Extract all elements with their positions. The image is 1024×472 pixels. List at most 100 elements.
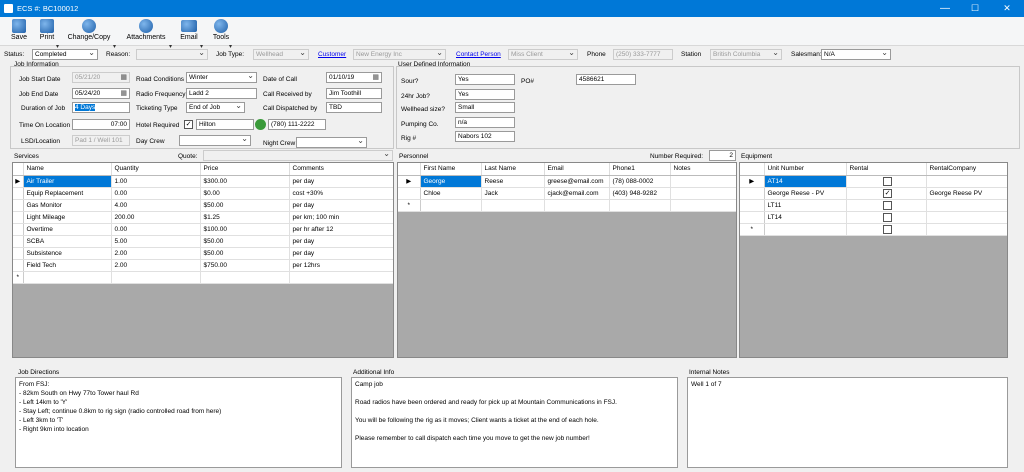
table-cell[interactable]: Subsistence bbox=[23, 247, 112, 260]
minimize-button[interactable]: — bbox=[930, 0, 960, 17]
col-phone1[interactable]: Phone1 bbox=[609, 163, 671, 176]
col-rental[interactable]: Rental bbox=[846, 163, 927, 176]
table-cell[interactable]: (78) 088-0002 bbox=[609, 175, 671, 188]
table-cell[interactable]: per day bbox=[289, 199, 393, 212]
table-cell[interactable] bbox=[846, 199, 927, 212]
table-cell[interactable]: Reese bbox=[481, 175, 545, 188]
row-header-cell[interactable] bbox=[13, 247, 24, 260]
table-cell[interactable]: $100.00 bbox=[200, 223, 290, 236]
customer-link[interactable]: Customer bbox=[318, 50, 346, 59]
change-copy-button[interactable]: Change/Copy bbox=[66, 19, 112, 45]
table-row[interactable]: Field Tech 2.00 $750.00 per 12hrs bbox=[13, 259, 393, 272]
hotel-lookup-icon[interactable] bbox=[255, 119, 266, 130]
lsd-field[interactable]: Pad 1 / Well 101 bbox=[72, 135, 130, 146]
select-all-cell[interactable] bbox=[740, 163, 765, 176]
col-email[interactable]: Email bbox=[544, 163, 610, 176]
table-cell[interactable]: per day bbox=[289, 247, 393, 260]
col-comments[interactable]: Comments bbox=[289, 163, 393, 176]
radio-field[interactable]: Ladd 2 bbox=[186, 88, 257, 99]
contact-person-select[interactable]: Miss Client bbox=[508, 49, 578, 60]
table-cell[interactable]: Jack bbox=[481, 187, 545, 200]
road-select[interactable]: Winter bbox=[186, 72, 257, 83]
table-cell[interactable]: Chloe bbox=[420, 187, 482, 200]
close-button[interactable]: ✕ bbox=[992, 0, 1022, 17]
table-cell[interactable] bbox=[670, 175, 736, 188]
row-header-cell[interactable]: ▶ bbox=[740, 175, 765, 188]
station-select[interactable]: British Columbia bbox=[710, 49, 782, 60]
table-cell[interactable]: $50.00 bbox=[200, 199, 290, 212]
wellhead-field[interactable]: Small bbox=[455, 102, 515, 113]
table-cell[interactable]: 0.00 bbox=[111, 223, 201, 236]
table-row[interactable]: Gas Monitor 4.00 $50.00 per day bbox=[13, 199, 393, 212]
table-cell[interactable]: per day bbox=[289, 235, 393, 248]
day-crew-select[interactable] bbox=[179, 135, 251, 146]
attachments-button[interactable]: Attachments bbox=[124, 19, 168, 45]
table-cell[interactable] bbox=[926, 199, 1007, 212]
table-cell[interactable] bbox=[609, 199, 671, 212]
date-of-call-field[interactable]: 01/10/19 bbox=[326, 72, 382, 83]
table-cell[interactable] bbox=[111, 271, 201, 284]
table-cell[interactable] bbox=[846, 223, 927, 236]
table-cell[interactable]: $50.00 bbox=[200, 235, 290, 248]
table-row[interactable]: SCBA 5.00 $50.00 per day bbox=[13, 235, 393, 248]
table-cell[interactable] bbox=[926, 223, 1007, 236]
row-header-cell[interactable]: ▶ bbox=[13, 175, 24, 188]
tools-dropdown-icon[interactable]: ▾ bbox=[229, 43, 232, 50]
sour-field[interactable]: Yes bbox=[455, 74, 515, 85]
row-header-cell[interactable] bbox=[13, 211, 24, 224]
table-cell[interactable]: 4.00 bbox=[111, 199, 201, 212]
table-cell[interactable] bbox=[764, 223, 847, 236]
job-end-date[interactable]: 05/24/20 bbox=[72, 88, 130, 99]
row-header-cell[interactable] bbox=[740, 187, 765, 200]
col-quantity[interactable]: Quantity bbox=[111, 163, 201, 176]
table-cell[interactable] bbox=[846, 211, 927, 224]
row-header-cell[interactable] bbox=[13, 259, 24, 272]
save-button[interactable]: Save bbox=[8, 19, 30, 45]
table-cell[interactable]: per day bbox=[289, 175, 393, 188]
quote-select[interactable] bbox=[203, 150, 393, 161]
hotel-checkbox[interactable]: ✓ bbox=[184, 120, 193, 129]
row-header-cell[interactable] bbox=[740, 199, 765, 212]
table-cell[interactable] bbox=[544, 199, 610, 212]
table-row[interactable]: Chloe Jack cjack@email.com (403) 948-9282 bbox=[398, 187, 736, 200]
table-cell[interactable]: per 12hrs bbox=[289, 259, 393, 272]
call-dispatched-field[interactable]: TBD bbox=[326, 102, 382, 113]
row-header-cell[interactable] bbox=[13, 199, 24, 212]
row-header-cell[interactable] bbox=[740, 211, 765, 224]
table-cell[interactable]: Light Mileage bbox=[23, 211, 112, 224]
table-cell[interactable]: George bbox=[420, 175, 482, 188]
table-cell[interactable]: Equip Replacement bbox=[23, 187, 112, 200]
table-cell[interactable]: Field Tech bbox=[23, 259, 112, 272]
col-name[interactable]: Name bbox=[23, 163, 112, 176]
table-cell[interactable]: $750.00 bbox=[200, 259, 290, 272]
pumping-field[interactable]: n/a bbox=[455, 117, 515, 128]
duration-field[interactable]: 4 Days bbox=[72, 102, 130, 113]
table-cell[interactable]: (403) 948-9282 bbox=[609, 187, 671, 200]
reason-select[interactable] bbox=[136, 49, 208, 60]
col-price[interactable]: Price bbox=[200, 163, 290, 176]
rental-checkbox[interactable] bbox=[883, 200, 892, 210]
table-cell[interactable] bbox=[23, 271, 112, 284]
ticketing-select[interactable]: End of Job bbox=[186, 102, 245, 113]
table-cell[interactable] bbox=[200, 271, 290, 284]
table-cell[interactable] bbox=[926, 175, 1007, 188]
table-cell[interactable] bbox=[420, 199, 482, 212]
table-cell[interactable]: George Reese - PV bbox=[764, 187, 847, 200]
number-required-field[interactable]: 2 bbox=[709, 150, 736, 161]
rental-checkbox[interactable] bbox=[883, 212, 892, 222]
row-header-cell[interactable] bbox=[398, 187, 421, 200]
rental-checkbox[interactable] bbox=[883, 176, 892, 186]
table-cell[interactable]: Gas Monitor bbox=[23, 199, 112, 212]
rig-field[interactable]: Nabors 102 bbox=[455, 131, 515, 142]
table-cell[interactable]: LT11 bbox=[764, 199, 847, 212]
col-last-name[interactable]: Last Name bbox=[481, 163, 545, 176]
job-start-date[interactable]: 05/21/20 bbox=[72, 72, 130, 83]
maximize-button[interactable]: ☐ bbox=[960, 0, 990, 17]
print-button[interactable]: Print bbox=[34, 19, 60, 45]
table-cell[interactable] bbox=[481, 199, 545, 212]
table-row[interactable]: George Reese - PV ✓ George Reese PV bbox=[740, 187, 1007, 200]
call-received-field[interactable]: Jim Toothill bbox=[326, 88, 382, 99]
job-directions-text[interactable]: From FSJ: - 82km South on Hwy 77to Tower … bbox=[15, 377, 342, 468]
change-copy-dropdown-icon[interactable]: ▾ bbox=[113, 43, 116, 50]
table-cell[interactable]: George Reese PV bbox=[926, 187, 1007, 200]
